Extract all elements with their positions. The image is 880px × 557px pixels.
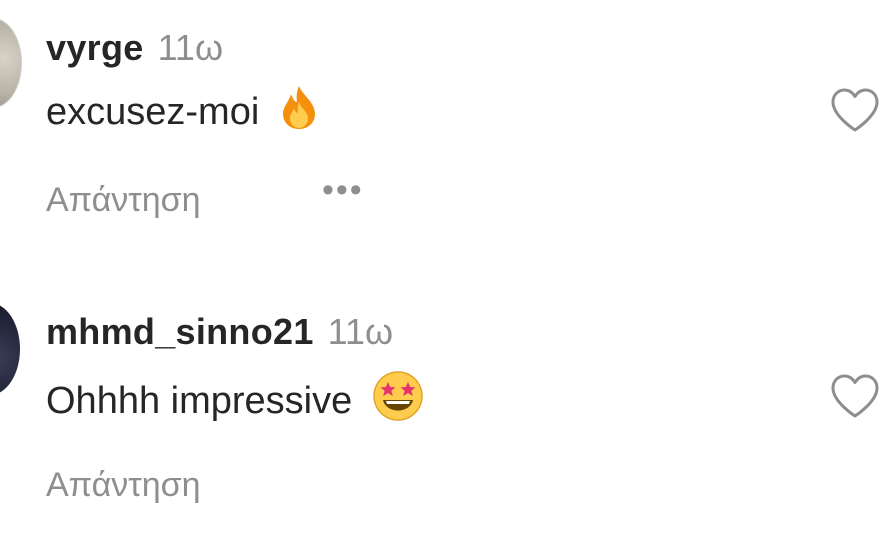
reply-button[interactable]: Απάντηση (46, 180, 201, 220)
comment-timestamp[interactable]: 11ω (158, 27, 223, 68)
avatar[interactable] (0, 303, 20, 395)
comment-timestamp[interactable]: 11ω (328, 311, 393, 352)
comment-header: vyrge 11ω (46, 28, 223, 68)
star-struck-emoji-icon (372, 370, 424, 431)
comment-username[interactable]: vyrge (46, 27, 144, 68)
comment-username[interactable]: mhmd_sinno21 (46, 311, 314, 352)
reply-button[interactable]: Απάντηση (46, 465, 201, 505)
comment-text: excusez-moi (46, 84, 319, 139)
comment-header: mhmd_sinno21 11ω (46, 312, 393, 352)
more-options-button[interactable]: ••• (322, 173, 364, 207)
fire-emoji-icon (279, 84, 319, 139)
avatar[interactable] (0, 18, 22, 108)
comment-body: Ohhhh impressive (46, 379, 353, 422)
comment-body: excusez-moi (46, 90, 260, 133)
like-heart-icon[interactable] (830, 87, 880, 133)
comment-text: Ohhhh impressive (46, 370, 424, 431)
like-heart-icon[interactable] (830, 373, 880, 419)
